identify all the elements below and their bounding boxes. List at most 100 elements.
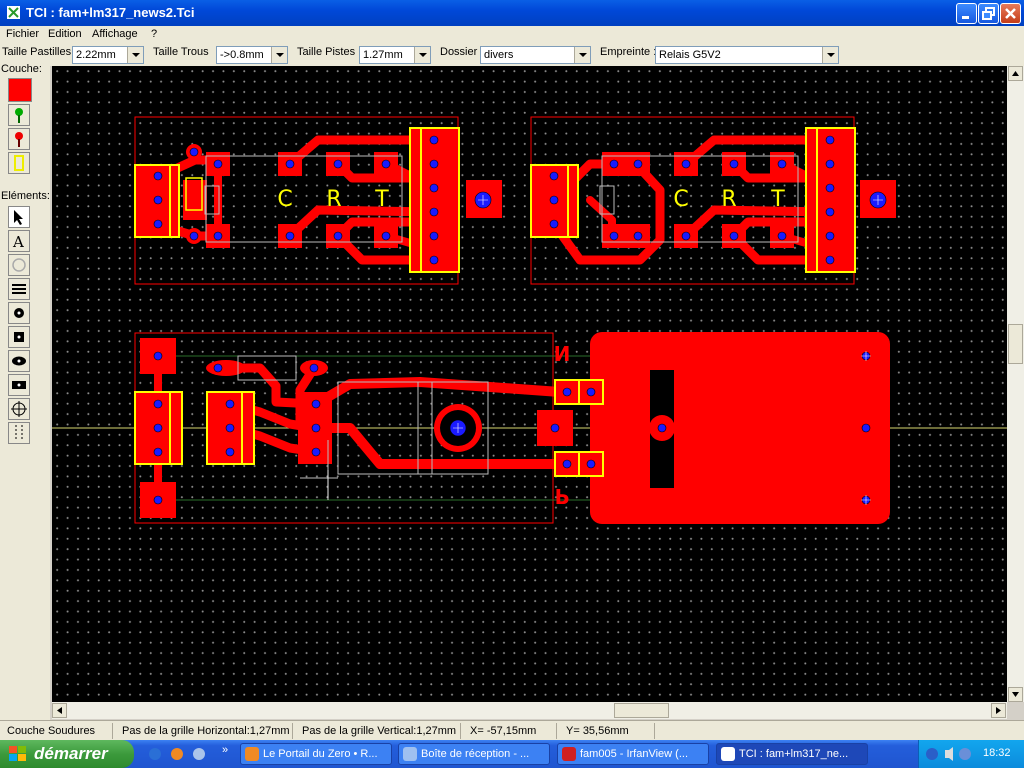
chevron-down-icon[interactable]: [271, 47, 287, 63]
pcb-canvas[interactable]: C R T C R T N P: [52, 66, 1007, 702]
status-bar: Couche Soudures Pas de la grille Horizon…: [0, 720, 1024, 741]
oval-pad-tool-button[interactable]: [8, 350, 30, 372]
footprint-value: Relais G5V2: [659, 49, 721, 61]
menu-edition[interactable]: Edition: [48, 28, 82, 40]
task-label: fam005 - IrfanView (...: [580, 748, 689, 760]
status-x-coordinate: X= -57,15mm: [470, 725, 537, 737]
minimize-button[interactable]: [956, 3, 977, 24]
silk-label-t1: T: [374, 187, 389, 212]
silk-label-c1: C: [277, 187, 292, 212]
circle-tool-button[interactable]: [8, 254, 30, 276]
layer-solder-button[interactable]: [8, 128, 30, 150]
task-label: TCI : fam+lm317_ne...: [739, 748, 849, 760]
horizontal-scrollbar[interactable]: [52, 702, 1007, 719]
silk-label-r2: R: [721, 187, 736, 212]
status-separator: [556, 723, 557, 739]
status-layer: Couche Soudures: [7, 725, 96, 737]
pad-row-tool-button[interactable]: [8, 422, 30, 444]
taskbar-task-portail[interactable]: Le Portail du Zero • R...: [240, 743, 392, 765]
pcb-drawing: C R T C R T N P: [52, 116, 1007, 524]
round-pad-tool-button[interactable]: [8, 302, 30, 324]
status-y-coordinate: Y= 35,56mm: [566, 725, 629, 737]
status-separator: [460, 723, 461, 739]
cursor-arrow-icon: [14, 210, 23, 225]
taskbar-task-irfanview[interactable]: fam005 - IrfanView (...: [557, 743, 709, 765]
label-n: N: [554, 342, 571, 366]
taskbar: démarrer » Le Portail du Zero • R... Boî…: [0, 740, 1024, 768]
status-separator: [112, 723, 113, 739]
tray-icons[interactable]: [925, 746, 975, 762]
arrow-left-icon: [57, 707, 62, 714]
task-label: Boîte de réception - ...: [421, 748, 530, 760]
track-size-select[interactable]: 1.27mm: [359, 46, 431, 64]
menu-fichier[interactable]: Fichier: [6, 28, 39, 40]
close-icon: [1005, 8, 1016, 19]
layer-components-button[interactable]: [8, 104, 30, 126]
pad-size-value: 2.22mm: [76, 49, 116, 61]
status-grid-vertical: Pas de la grille Vertical:1,27mm: [302, 725, 457, 737]
chevron-down-icon[interactable]: [574, 47, 590, 63]
status-separator: [292, 723, 293, 739]
arrow-down-icon: [1012, 692, 1019, 697]
pad-size-label: Taille Pastilles: [2, 46, 72, 58]
vertical-scroll-thumb[interactable]: [1008, 324, 1023, 364]
select-tool-button[interactable]: [8, 206, 30, 228]
start-button[interactable]: démarrer: [0, 740, 134, 768]
elements-label: Eléments:: [1, 190, 50, 202]
folder-value: divers: [484, 49, 514, 61]
layer-color-swatch[interactable]: [8, 78, 32, 102]
scroll-up-button[interactable]: [1008, 66, 1023, 81]
task-label: Le Portail du Zero • R...: [263, 748, 378, 760]
folder-label: Dossier: [440, 46, 478, 58]
window-title: TCI : fam+lm317_news2.Tci: [26, 5, 195, 20]
folder-select[interactable]: divers: [480, 46, 591, 64]
layer-silk-button[interactable]: [8, 152, 30, 174]
chevron-down-icon[interactable]: [127, 47, 143, 63]
rect-pad-tool-button[interactable]: [8, 374, 30, 396]
taskbar-task-inbox[interactable]: Boîte de réception - ...: [398, 743, 550, 765]
windows-logo-icon: [9, 746, 26, 761]
toolbar: Taille Pastilles 2.22mm Taille Trous ->0…: [0, 44, 1024, 66]
menu-help[interactable]: ?: [151, 28, 157, 40]
silk-label-c2: C: [673, 187, 688, 212]
scroll-down-button[interactable]: [1008, 687, 1023, 702]
chevron-down-icon[interactable]: [822, 47, 838, 63]
clock: 18:32: [983, 747, 1011, 759]
close-button[interactable]: [1000, 3, 1021, 24]
maximize-button[interactable]: [978, 3, 999, 24]
footprint-select[interactable]: Relais G5V2: [655, 46, 839, 64]
layer-label: Couche:: [1, 63, 42, 75]
track-tool-button[interactable]: [8, 278, 30, 300]
scroll-left-button[interactable]: [52, 703, 67, 718]
footprint-label: Empreinte :: [600, 46, 657, 58]
chevron-down-icon[interactable]: [414, 47, 430, 63]
round-pad-icon: [14, 308, 24, 318]
rect-pad-icon: [12, 381, 26, 389]
pin-green-icon: [15, 108, 23, 123]
quick-launch[interactable]: [147, 746, 211, 762]
text-tool-button[interactable]: A: [8, 230, 30, 252]
quick-launch-more-icon[interactable]: »: [222, 744, 228, 756]
restore-icon: [982, 7, 995, 20]
title-bar: TCI : fam+lm317_news2.Tci: [0, 0, 1024, 26]
menu-affichage[interactable]: Affichage: [92, 28, 138, 40]
crosshair-tool-button[interactable]: [8, 398, 30, 420]
dotted-line-icon: [15, 425, 23, 441]
mail-icon: [403, 747, 417, 761]
vertical-scrollbar[interactable]: [1007, 66, 1024, 702]
pin-red-icon: [15, 132, 23, 147]
square-pad-icon: [14, 332, 24, 342]
square-pad-tool-button[interactable]: [8, 326, 30, 348]
silk-circuit-2: [530, 127, 856, 273]
circle-outline-icon: [12, 258, 26, 272]
menu-bar: Fichier Edition Affichage ?: [0, 26, 1024, 44]
scroll-right-button[interactable]: [991, 703, 1006, 718]
app-icon: [7, 6, 20, 19]
pad-size-select[interactable]: 2.22mm: [72, 46, 144, 64]
tool-palette: Couche: Eléments: A: [0, 63, 50, 720]
hole-size-select[interactable]: ->0.8mm: [216, 46, 288, 64]
firefox-icon: [245, 747, 259, 761]
taskbar-task-tci[interactable]: TCI : fam+lm317_ne...: [716, 743, 868, 765]
track-size-value: 1.27mm: [363, 49, 403, 61]
horizontal-scroll-thumb[interactable]: [614, 703, 669, 718]
